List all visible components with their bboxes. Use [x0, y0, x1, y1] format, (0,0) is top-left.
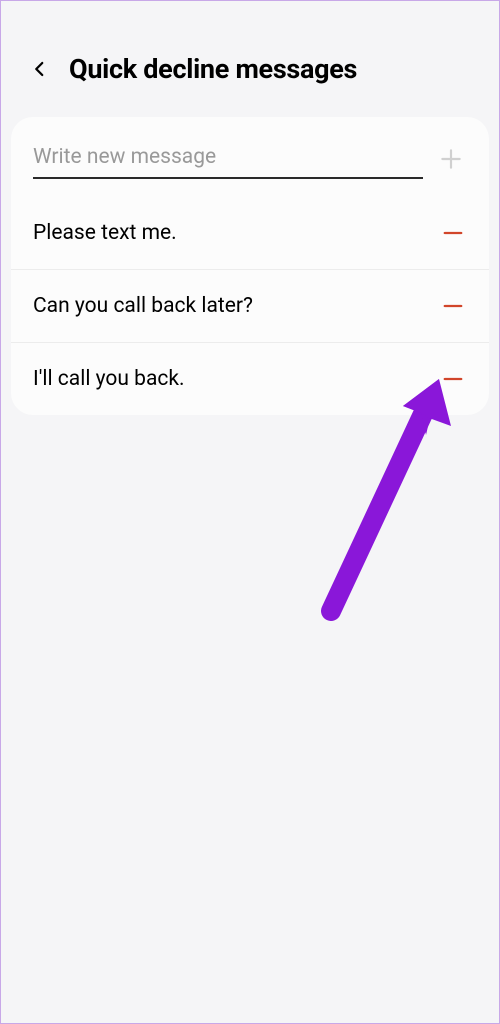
message-text: I'll call you back. — [33, 367, 185, 391]
remove-icon[interactable] — [439, 292, 467, 320]
list-item: Can you call back later? — [11, 269, 489, 342]
message-text: Can you call back later? — [33, 294, 253, 318]
message-text: Please text me. — [33, 221, 177, 245]
list-item: I'll call you back. — [11, 342, 489, 415]
remove-icon[interactable] — [439, 365, 467, 393]
header: Quick decline messages — [1, 1, 499, 109]
back-icon[interactable] — [29, 58, 51, 80]
new-message-row — [11, 117, 489, 197]
messages-card: Please text me. Can you call back later?… — [11, 117, 489, 415]
remove-icon[interactable] — [439, 219, 467, 247]
new-message-input[interactable] — [33, 139, 423, 179]
add-icon[interactable] — [435, 143, 467, 175]
message-list: Please text me. Can you call back later?… — [11, 197, 489, 415]
page-title: Quick decline messages — [69, 53, 357, 85]
list-item: Please text me. — [11, 197, 489, 269]
